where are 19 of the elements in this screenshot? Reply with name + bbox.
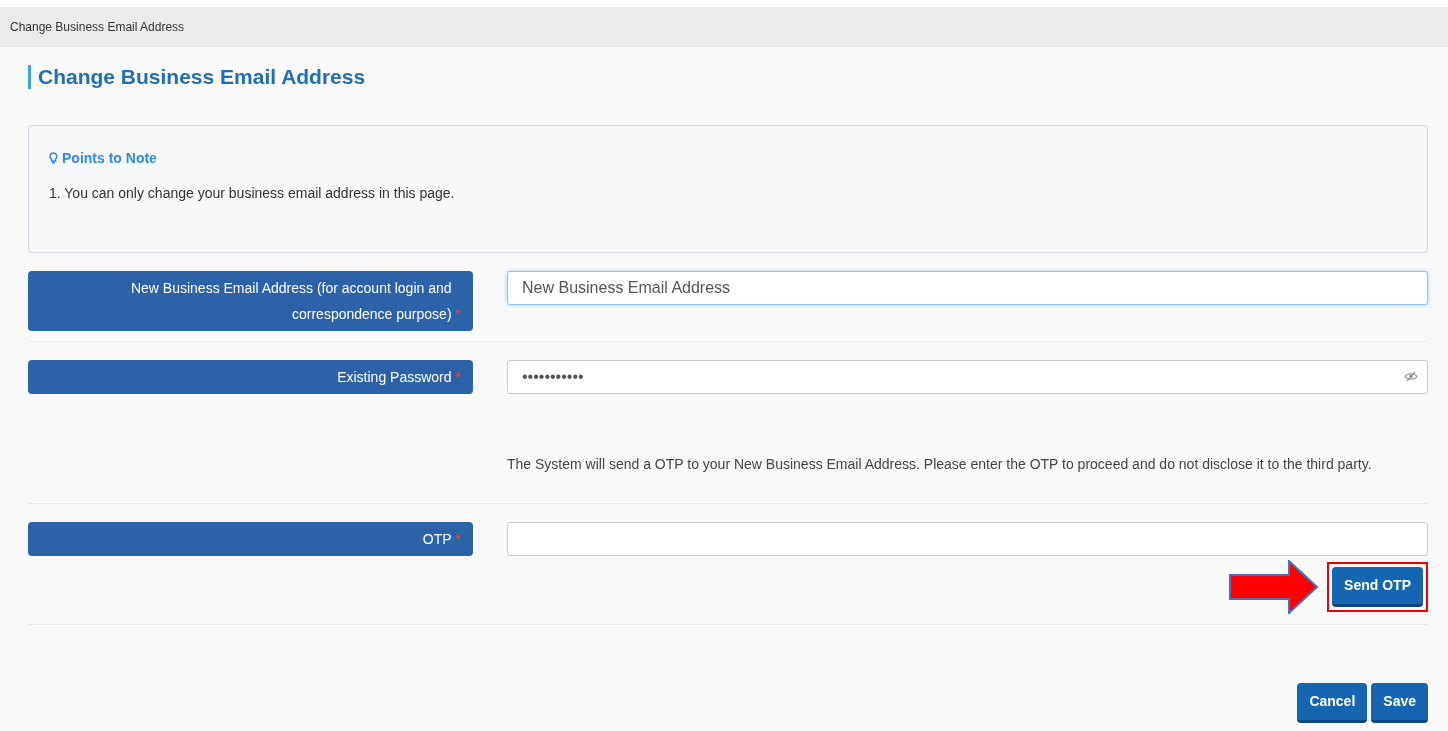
email-field[interactable]: New Business Email Address xyxy=(507,271,1428,305)
lightbulb-icon xyxy=(49,152,58,164)
field-label: OTP xyxy=(422,530,452,549)
save-button[interactable]: Save xyxy=(1371,683,1428,723)
send-otp-button[interactable]: Send OTP xyxy=(1332,567,1423,607)
password-field[interactable]: ••••••••••• xyxy=(507,360,1428,394)
cancel-button[interactable]: Cancel xyxy=(1297,683,1368,723)
field-label: New Business Email Address (for account login and correspondence purpose) xyxy=(129,279,452,324)
note-title: Points to Note xyxy=(49,148,157,169)
otp-field[interactable] xyxy=(507,522,1428,556)
page-title: Change Business Email Address xyxy=(28,65,366,89)
required-mark: * xyxy=(455,305,461,324)
required-mark: * xyxy=(455,530,461,549)
eye-slash-icon[interactable] xyxy=(1404,371,1418,382)
help-text: The System will send a OTP to your New Business Email Address. Please enter the OTP to proceed and do not disclose it to the third party. xyxy=(507,456,1373,473)
field-label: Existing Password xyxy=(337,368,452,387)
note-text: 1. You can only change your business email address in this page. xyxy=(49,184,455,203)
breadcrumb: Change Business Email Address xyxy=(10,19,185,36)
required-mark: * xyxy=(455,368,461,387)
